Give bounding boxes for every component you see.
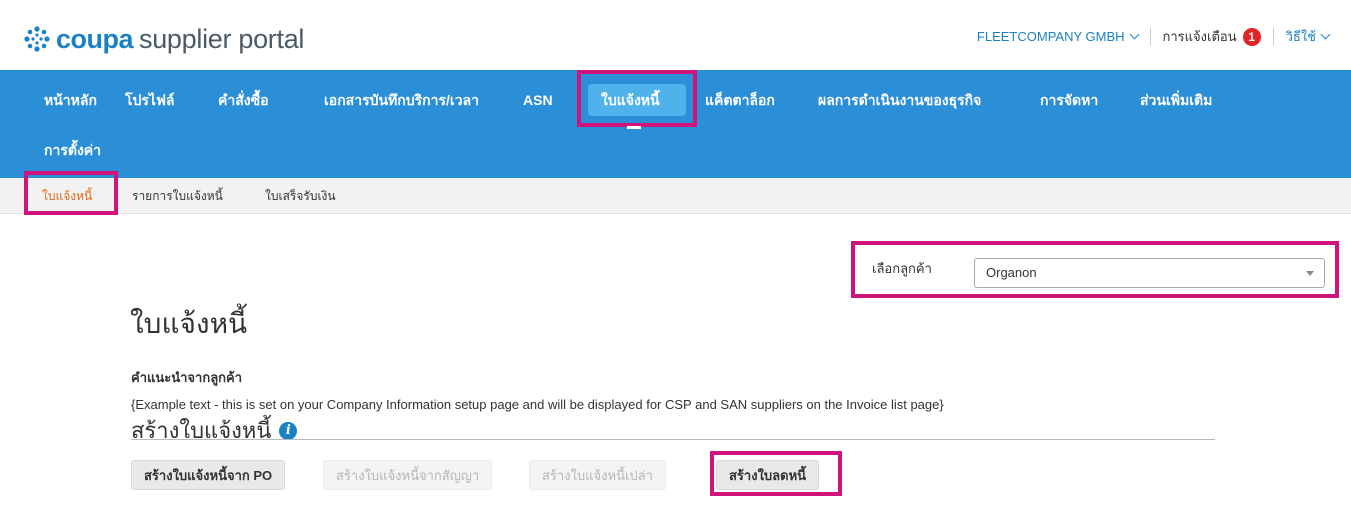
- logo-product-text: supplier portal: [139, 23, 305, 54]
- info-icon[interactable]: i: [279, 421, 298, 440]
- nav-item-home[interactable]: หน้าหลัก: [44, 90, 97, 110]
- coupa-logo[interactable]: coupa supplier portal: [22, 22, 304, 56]
- select-customer-label: เลือกลูกค้า: [872, 261, 932, 276]
- dropdown-arrow-icon: [1306, 271, 1314, 276]
- nav-item-add-ons[interactable]: ส่วนเพิ่มเติม: [1140, 90, 1212, 110]
- highlight-box-invoices-subtab: [24, 171, 118, 215]
- notifications-label: การแจ้งเตือน: [1162, 29, 1237, 44]
- customer-select-value: Organon: [986, 265, 1037, 280]
- create-blank-invoice-button[interactable]: สร้างใบแจ้งหนี้เปล่า: [529, 460, 666, 490]
- active-tab-indicator: [627, 126, 641, 129]
- sub-navigation: ใบแจ้งหนี้ รายการใบแจ้งหนี้ ใบเสร็จรับเง…: [0, 178, 1351, 214]
- customer-instructions-heading: คำแนะนำจากลูกค้า: [131, 370, 243, 385]
- customer-select[interactable]: Organon: [974, 258, 1325, 288]
- nav-item-sourcing[interactable]: การจัดหา: [1040, 90, 1098, 110]
- account-menu-area: FLEETCOMPANY GMBH การแจ้งเตือน 1 วิธีใช้: [976, 26, 1331, 47]
- company-menu[interactable]: FLEETCOMPANY GMBH: [976, 29, 1139, 44]
- nav-item-setup[interactable]: การตั้งค่า: [44, 140, 101, 160]
- create-invoice-heading-text: สร้างใบแจ้งหนี้: [131, 418, 272, 443]
- top-header: coupa supplier portal FLEETCOMPANY GMBH …: [0, 0, 1351, 70]
- divider: [131, 439, 1215, 440]
- divider: [1272, 27, 1274, 46]
- coupa-logo-icon: [24, 26, 50, 52]
- notification-count-badge: 1: [1242, 27, 1261, 46]
- help-label: วิธีใช้: [1285, 29, 1316, 44]
- logo-brand-text: coupa: [56, 23, 134, 54]
- nav-item-asn[interactable]: ASN: [523, 90, 553, 110]
- nav-item-invoices[interactable]: ใบแจ้งหนี้: [601, 90, 660, 110]
- page-title: ใบแจ้งหนี้: [130, 308, 248, 339]
- nav-item-profile[interactable]: โปรไฟล์: [125, 90, 174, 110]
- subnav-item-payment-receipts[interactable]: ใบเสร็จรับเงิน: [265, 187, 336, 206]
- nav-item-business-performance[interactable]: ผลการดำเนินงานของธุรกิจ: [818, 90, 981, 110]
- help-menu[interactable]: วิธีใช้: [1285, 26, 1331, 47]
- nav-item-service-time-sheets[interactable]: เอกสารบันทึกบริการ/เวลา: [324, 90, 479, 110]
- highlight-box-credit-note-button: [710, 451, 842, 496]
- divider: [1149, 27, 1151, 46]
- chevron-down-icon: [1129, 29, 1139, 40]
- notifications-link[interactable]: การแจ้งเตือน 1: [1163, 26, 1261, 47]
- subnav-item-invoice-lines[interactable]: รายการใบแจ้งหนี้: [132, 187, 223, 206]
- nav-item-orders[interactable]: คำสั่งซื้อ: [218, 90, 269, 110]
- company-name: FLEETCOMPANY GMBH: [976, 29, 1125, 44]
- nav-item-catalogs[interactable]: แค็ตตาล็อก: [705, 90, 775, 110]
- create-invoice-from-po-button[interactable]: สร้างใบแจ้งหนี้จาก PO: [131, 460, 286, 490]
- main-navigation: หน้าหลัก โปรไฟล์ คำสั่งซื้อ เอกสารบันทึก…: [0, 70, 1351, 178]
- create-invoice-heading: สร้างใบแจ้งหนี้ i: [131, 413, 298, 448]
- chevron-down-icon: [1320, 29, 1331, 40]
- create-invoice-from-contract-button[interactable]: สร้างใบแจ้งหนี้จากสัญญา: [323, 460, 493, 490]
- customer-instructions-text: {Example text - this is set on your Comp…: [131, 397, 944, 412]
